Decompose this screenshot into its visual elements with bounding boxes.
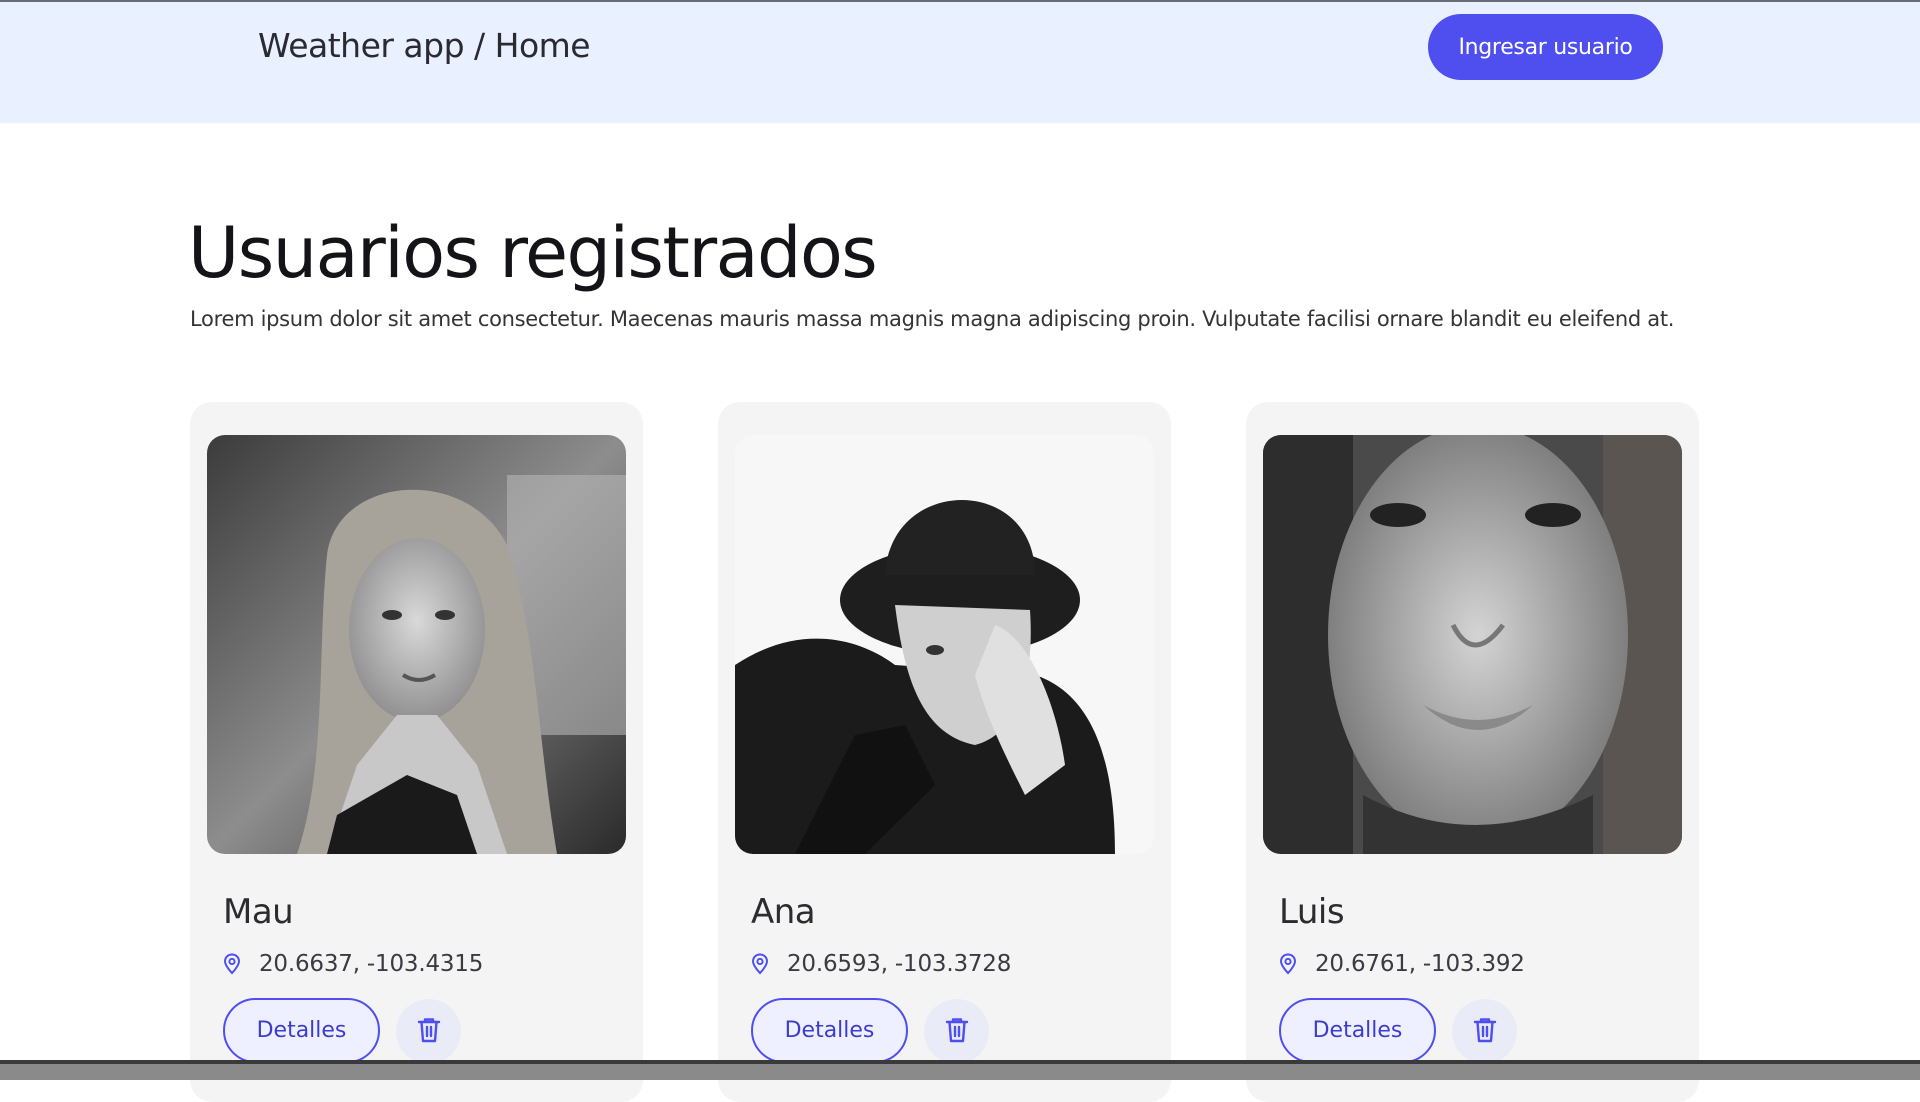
map-pin-icon bbox=[1279, 953, 1297, 975]
user-card: Ana 20.6593, -103.3728 Detalles bbox=[718, 402, 1171, 1102]
window-bottom-bar bbox=[0, 1060, 1920, 1080]
portrait-image bbox=[1263, 435, 1682, 854]
page-title: Usuarios registrados bbox=[188, 212, 878, 294]
user-name: Mau bbox=[223, 892, 294, 932]
trash-icon bbox=[1472, 1016, 1498, 1047]
user-name: Luis bbox=[1279, 892, 1345, 932]
window-bottom-border bbox=[0, 1060, 1920, 1064]
location-row: 20.6761, -103.392 bbox=[1279, 949, 1525, 979]
user-name: Ana bbox=[751, 892, 816, 932]
user-photo bbox=[1263, 435, 1682, 854]
user-coordinates: 20.6637, -103.4315 bbox=[259, 951, 484, 977]
map-pin-icon bbox=[223, 953, 241, 975]
portrait-image bbox=[735, 435, 1154, 854]
location-row: 20.6637, -103.4315 bbox=[223, 949, 483, 979]
map-pin-icon bbox=[751, 953, 769, 975]
user-card-list: Mau 20.6637, -103.4315 Detalles Ana 20.6… bbox=[190, 402, 1710, 1102]
details-button[interactable]: Detalles bbox=[1279, 998, 1436, 1063]
delete-user-button[interactable] bbox=[1452, 999, 1517, 1064]
breadcrumb: Weather app / Home bbox=[258, 26, 591, 65]
trash-icon bbox=[416, 1016, 442, 1047]
user-coordinates: 20.6593, -103.3728 bbox=[787, 951, 1012, 977]
user-photo bbox=[207, 435, 626, 854]
user-coordinates: 20.6761, -103.392 bbox=[1315, 951, 1525, 977]
portrait-image bbox=[207, 435, 626, 854]
user-photo bbox=[735, 435, 1154, 854]
navbar: Weather app / Home Ingresar usuario bbox=[0, 2, 1920, 123]
delete-user-button[interactable] bbox=[396, 999, 461, 1064]
delete-user-button[interactable] bbox=[924, 999, 989, 1064]
trash-icon bbox=[944, 1016, 970, 1047]
user-card: Luis 20.6761, -103.392 Detalles bbox=[1246, 402, 1699, 1102]
location-row: 20.6593, -103.3728 bbox=[751, 949, 1011, 979]
add-user-button[interactable]: Ingresar usuario bbox=[1428, 14, 1663, 80]
page-description: Lorem ipsum dolor sit amet consectetur. … bbox=[190, 307, 1675, 331]
details-button[interactable]: Detalles bbox=[223, 998, 380, 1063]
details-button[interactable]: Detalles bbox=[751, 998, 908, 1063]
user-card: Mau 20.6637, -103.4315 Detalles bbox=[190, 402, 643, 1102]
